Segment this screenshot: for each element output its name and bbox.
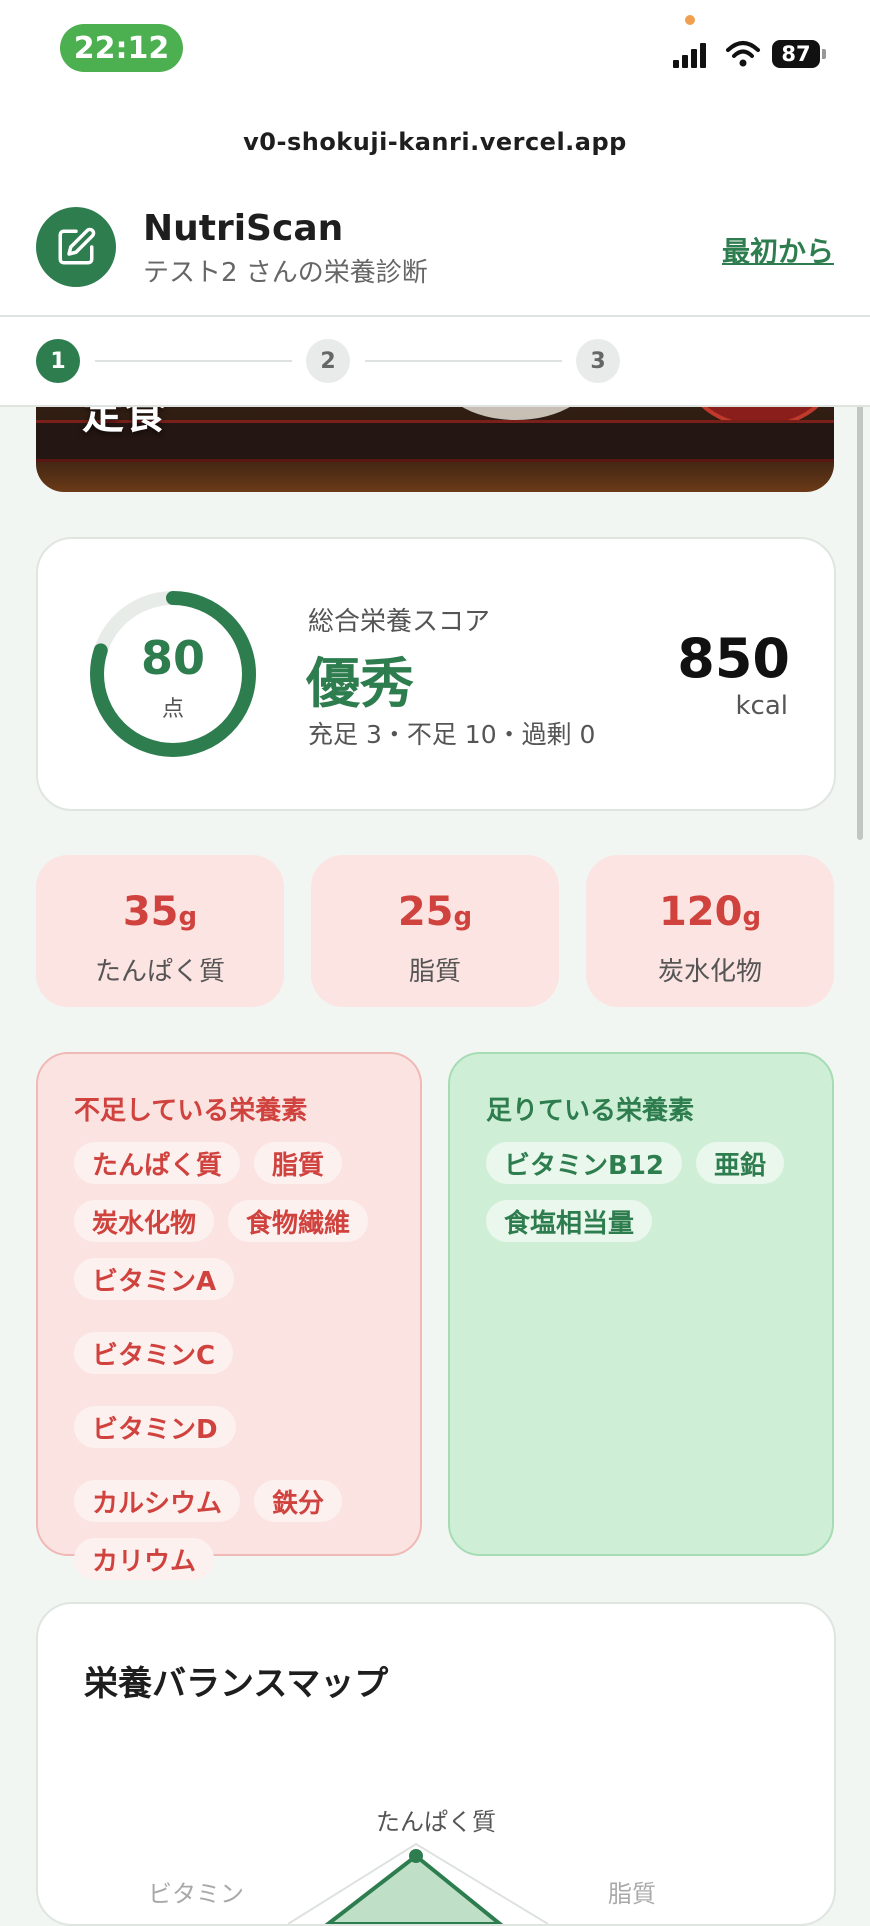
macro-value: 35 [122,889,179,935]
score-unit: 点 [161,697,184,722]
url-text: v0-shokuji-kanri.vercel.app [243,128,627,156]
step-3[interactable]: 3 [576,339,620,383]
calorie-value: 850 [677,627,790,690]
status-time: 22:12 [60,24,183,72]
step-2[interactable]: 2 [306,339,350,383]
sufficient-title: 足りている栄養素 [486,1096,695,1126]
edit-icon [36,207,116,287]
battery-icon: 87 [772,40,828,68]
radar-label: 脂質 [608,1880,656,1908]
macro-name: 脂質 [408,957,461,987]
sufficient-tag-list: ビタミンB12 亜鉛 食塩相当量 [486,1142,806,1242]
nutrient-tag: ビタミンB12 [486,1142,682,1184]
radar-label: ビタミン [148,1880,244,1908]
macro-unit: g [453,902,473,932]
nutrient-tag: カルシウム [74,1480,241,1522]
macro-unit: g [742,902,762,932]
step-connector [365,360,562,362]
wifi-icon [726,41,760,67]
nutrient-tag: ビタミンC [74,1332,234,1374]
macro-value: 25 [397,889,454,935]
progress-stepper: 1 2 3 [0,317,870,407]
macro-unit: g [178,902,198,932]
radar-label: たんぱく質 [376,1808,496,1836]
step-connector [95,360,292,362]
deficient-tag-list: たんぱく質 脂質 炭水化物 食物繊維 ビタミンA ビタミンC ビタミンD カルシ… [74,1142,394,1580]
nutrient-tag: ビタミンA [74,1258,235,1300]
macro-name: たんぱく質 [94,957,225,987]
page-scrollbar[interactable] [857,385,863,840]
restart-link[interactable]: 最初から [722,230,834,270]
app-subtitle: テスト2 さんの栄養診断 [143,258,428,288]
deficient-nutrients-panel: 不足している栄養素 たんぱく質 脂質 炭水化物 食物繊維 ビタミンA ビタミンC… [36,1052,422,1580]
nutrient-tag: ビタミンD [74,1406,236,1448]
nutrient-tag: 食物繊維 [228,1200,369,1242]
step-1[interactable]: 1 [36,339,80,383]
score-value: 80 [140,631,205,685]
battery-level: 87 [772,40,820,68]
privacy-indicator-dot [685,15,695,25]
nutrient-tag: 亜鉛 [696,1142,785,1184]
nutrient-tag: たんぱく質 [74,1142,241,1184]
nutrient-tag: 炭水化物 [74,1200,215,1242]
status-bar: 22:12 87 [0,0,870,100]
nutrient-tag: 脂質 [254,1142,343,1184]
nutrient-tag: カリウム [74,1538,215,1580]
nutrient-tag: 食塩相当量 [486,1200,653,1242]
macro-card-fat: 25g 脂質 [311,855,559,1007]
macro-value: 120 [658,889,743,935]
balance-map-card: 栄養バランスマップ たんぱく質 ビタミン 脂質 [36,1602,836,1926]
browser-address-bar[interactable]: v0-shokuji-kanri.vercel.app [0,100,870,190]
score-grade: 優秀 [306,652,414,715]
nutrient-tag: 鉄分 [254,1480,343,1522]
app-title: NutriScan [143,208,344,249]
score-label: 総合栄養スコア [308,607,491,637]
macro-card-carbs: 120g 炭水化物 [586,855,834,1007]
sufficient-nutrients-panel: 足りている栄養素 ビタミンB12 亜鉛 食塩相当量 [448,1052,834,1556]
score-breakdown: 充足 3・不足 10・過剰 0 [308,720,596,749]
deficient-title: 不足している栄養素 [74,1096,308,1126]
macro-card-protein: 35g たんぱく質 [36,855,284,1007]
calorie-unit: kcal [735,691,788,721]
app-header: NutriScan テスト2 さんの栄養診断 最初から [0,190,870,317]
radar-chart [287,1842,549,1924]
balance-map-title: 栄養バランスマップ [84,1664,389,1704]
score-card: 80 点 総合栄養スコア 優秀 充足 3・不足 10・過剰 0 850 kcal [36,537,836,811]
cellular-signal-icon [673,43,706,68]
macro-name: 炭水化物 [657,957,762,987]
